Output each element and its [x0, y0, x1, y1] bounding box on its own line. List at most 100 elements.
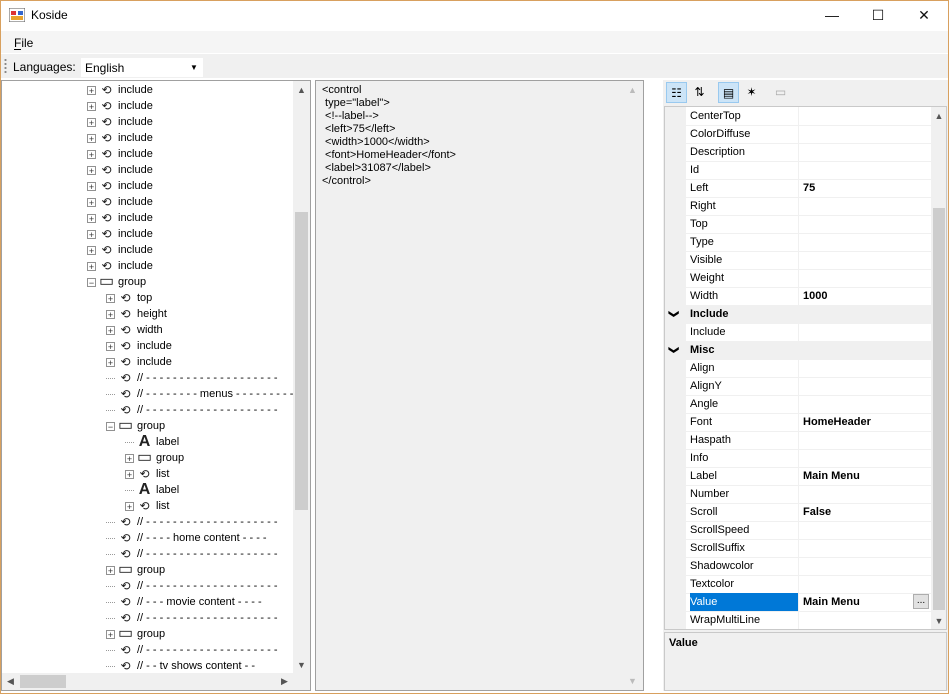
events-icon[interactable]: ✶	[741, 82, 762, 103]
expand-icon[interactable]: +	[106, 629, 115, 639]
expand-icon[interactable]: +	[87, 117, 96, 127]
property-value[interactable]: 75	[803, 179, 815, 197]
tree-scroll-thumb[interactable]	[295, 212, 308, 510]
expand-icon[interactable]: +	[125, 453, 134, 463]
property-row[interactable]: Shadowcolor	[665, 557, 931, 576]
property-row[interactable]: Right	[665, 197, 931, 216]
expand-icon[interactable]: +	[87, 261, 96, 271]
tree-node[interactable]: + ⟲ list	[125, 466, 169, 482]
ellipsis-button[interactable]: ...	[913, 594, 929, 609]
expand-icon[interactable]: +	[87, 149, 96, 159]
property-row[interactable]: Width 1000	[665, 287, 931, 306]
tree-node[interactable]: − ▭ group	[106, 418, 165, 434]
property-row[interactable]: Value Main Menu...	[665, 593, 931, 612]
expand-icon[interactable]: +	[87, 165, 96, 175]
categorized-icon[interactable]: ☷	[666, 82, 687, 103]
tree-node[interactable]: ⟲ // - - - - - - - - - - - - - - - - - - …	[106, 578, 278, 594]
tree-node[interactable]: + ⟲ include	[87, 146, 153, 162]
property-row[interactable]: AlignY	[665, 377, 931, 396]
tree-node[interactable]: + ⟲ include	[106, 338, 172, 354]
expand-icon[interactable]: +	[106, 309, 115, 319]
dropdown-arrow-icon[interactable]: ▼	[190, 58, 198, 77]
close-button[interactable]: ✕	[901, 1, 947, 30]
property-row[interactable]: Type	[665, 233, 931, 252]
tree-node[interactable]: + ▭ group	[125, 450, 184, 466]
tree-node[interactable]: + ⟲ include	[87, 130, 153, 146]
property-row[interactable]: Left 75	[665, 179, 931, 198]
tree-node[interactable]: + ⟲ include	[87, 242, 153, 258]
expand-icon[interactable]: +	[87, 85, 96, 95]
property-row[interactable]: Visible	[665, 251, 931, 270]
property-row[interactable]: Number	[665, 485, 931, 504]
maximize-button[interactable]: ☐	[855, 1, 901, 30]
property-row[interactable]: Weight	[665, 269, 931, 288]
property-row[interactable]: Angle	[665, 395, 931, 414]
property-row[interactable]: Id	[665, 161, 931, 180]
tree-node[interactable]: + ▭ group	[106, 562, 165, 578]
menu-file[interactable]: File	[14, 36, 33, 50]
expand-icon[interactable]: +	[87, 181, 96, 191]
expand-icon[interactable]: +	[106, 357, 115, 367]
toolbar-grip[interactable]	[4, 58, 7, 74]
tree-node[interactable]: ⟲ // - - - - - - - - menus - - - - - - - …	[106, 386, 293, 402]
xml-source[interactable]: <control type="label"> <!--label--> <lef…	[322, 84, 456, 188]
tree-node[interactable]: ⟲ // - - tv shows content - -	[106, 658, 255, 674]
tree-node[interactable]: Alabel	[125, 482, 179, 498]
tree-node[interactable]: + ⟲ include	[87, 258, 153, 274]
tree-hscroll-thumb[interactable]	[20, 675, 66, 688]
property-row[interactable]: WrapMultiLine	[665, 611, 931, 629]
property-row[interactable]: Haspath	[665, 431, 931, 450]
expand-icon[interactable]: +	[87, 101, 96, 111]
expand-icon[interactable]: +	[87, 245, 96, 255]
property-row[interactable]: Include	[665, 323, 931, 342]
property-row[interactable]: ScrollSuffix	[665, 539, 931, 558]
tree-node[interactable]: ⟲ // - - - - - - - - - - - - - - - - - - …	[106, 370, 278, 386]
property-row[interactable]: CenterTop	[665, 107, 931, 126]
property-row[interactable]: Top	[665, 215, 931, 234]
expand-icon[interactable]: +	[87, 133, 96, 143]
property-row[interactable]: Font HomeHeader	[665, 413, 931, 432]
expand-icon[interactable]: +	[106, 325, 115, 335]
prop-scroll-up-icon[interactable]: ▲	[931, 108, 946, 124]
property-value[interactable]: Main Menu	[803, 593, 860, 611]
scroll-right-icon[interactable]: ▶	[276, 673, 293, 690]
scroll-up-icon[interactable]: ▲	[293, 82, 310, 99]
property-value[interactable]: HomeHeader	[803, 413, 871, 431]
xml-scroll-up-icon[interactable]: ▲	[624, 82, 641, 99]
property-pages-icon[interactable]: ▭	[770, 82, 791, 103]
tree-node[interactable]: ⟲ // - - - - - - - - - - - - - - - - - - …	[106, 546, 278, 562]
tree-node[interactable]: + ⟲ width	[106, 322, 163, 338]
tree-node[interactable]: ⟲ // - - - - - - - - - - - - - - - - - - …	[106, 514, 278, 530]
property-value[interactable]: Main Menu	[803, 467, 860, 485]
property-row[interactable]: ScrollSpeed	[665, 521, 931, 540]
tree-view[interactable]: + ⟲ include + ⟲ include + ⟲ include + ⟲ include + ⟲ in…	[1, 80, 311, 691]
tree-node[interactable]: Alabel	[125, 434, 179, 450]
alphabetical-sort-icon[interactable]: ⇅	[689, 82, 710, 103]
tree-node[interactable]: − ▭ group	[87, 274, 146, 290]
tree-node[interactable]: + ▭ group	[106, 626, 165, 642]
tree-node[interactable]: + ⟲ list	[125, 498, 169, 514]
minimize-button[interactable]: —	[809, 1, 855, 30]
property-grid[interactable]: CenterTop ColorDiffuse Description Id Left 75…	[664, 106, 947, 630]
collapse-icon[interactable]: −	[87, 277, 96, 287]
expand-icon[interactable]: +	[106, 341, 115, 351]
tree-node[interactable]: + ⟲ include	[87, 98, 153, 114]
property-row[interactable]: Label Main Menu	[665, 467, 931, 486]
prop-scroll-thumb[interactable]	[933, 208, 945, 610]
properties-icon[interactable]: ▤	[718, 82, 739, 103]
expand-icon[interactable]: +	[125, 501, 134, 511]
tree-node[interactable]: + ⟲ include	[87, 226, 153, 242]
tree-node[interactable]: + ⟲ height	[106, 306, 167, 322]
tree-node[interactable]: + ⟲ include	[87, 82, 153, 98]
expand-icon[interactable]: +	[125, 469, 134, 479]
tree-node[interactable]: + ⟲ include	[87, 194, 153, 210]
xml-scroll-down-icon[interactable]: ▼	[624, 673, 641, 690]
scroll-down-icon[interactable]: ▼	[293, 657, 310, 674]
chevron-down-icon[interactable]: ❯	[665, 310, 682, 318]
expand-icon[interactable]: +	[87, 213, 96, 223]
tree-node[interactable]: ⟲ // - - - - - - - - - - - - - - - - - - …	[106, 610, 278, 626]
property-value[interactable]: 1000	[803, 287, 827, 305]
expand-icon[interactable]: +	[87, 197, 96, 207]
property-category[interactable]: ❯ Misc	[665, 341, 931, 360]
property-category[interactable]: ❯ Include	[665, 305, 931, 324]
